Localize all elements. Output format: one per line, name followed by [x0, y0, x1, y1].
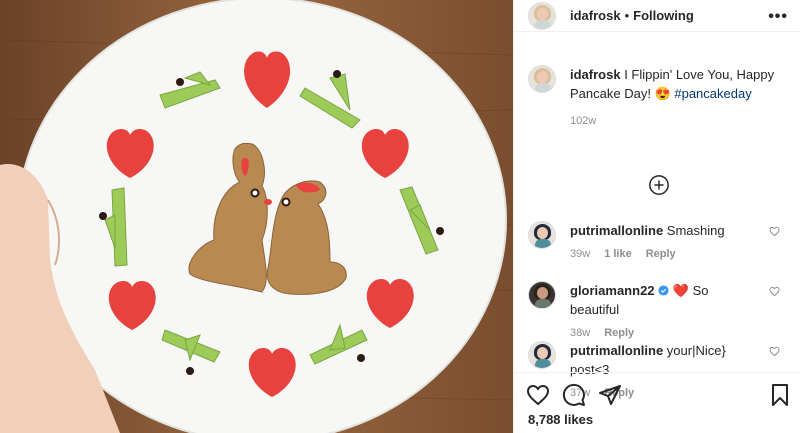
comment-time[interactable]: 39w	[570, 248, 590, 260]
comments-list: idafrosk I Flippin' Love You, Happy Panc…	[514, 32, 800, 399]
author-username[interactable]: idafrosk	[570, 8, 621, 23]
post-sidebar: idafrosk • Following ••• idafrosk I Flip…	[513, 0, 800, 433]
comment-heart-icon[interactable]	[769, 226, 780, 237]
caption-item: idafrosk I Flippin' Love You, Happy Panc…	[528, 65, 786, 131]
comment-username[interactable]: putrimallonline	[570, 343, 663, 358]
reply-button[interactable]: Reply	[646, 248, 676, 260]
instagram-post: idafrosk • Following ••• idafrosk I Flip…	[0, 0, 800, 433]
add-comment-icon[interactable]	[648, 174, 670, 196]
caption-time[interactable]: 102w	[570, 115, 596, 127]
separator-dot: •	[624, 8, 630, 23]
comment-username[interactable]: putrimallonline	[570, 223, 663, 238]
avatar[interactable]	[528, 281, 556, 309]
verified-badge-icon	[658, 285, 669, 296]
comment-text: Smashing	[666, 223, 725, 238]
share-icon[interactable]	[598, 383, 622, 407]
comment-heart-icon[interactable]	[769, 286, 780, 297]
likes-count[interactable]: 8,788 likes	[528, 412, 593, 427]
action-bar: 8,788 likes	[514, 372, 800, 433]
hashtag-link[interactable]: #pancakeday	[674, 86, 751, 101]
like-heart-icon[interactable]	[526, 383, 550, 407]
comment-username[interactable]: gloriamann22	[570, 283, 655, 298]
list-item: putrimallonline Smashing 39w 1 like Reply	[528, 221, 786, 264]
list-item: gloriamann22 ❤️ So beautiful 38w Reply	[528, 281, 786, 343]
comment-heart-icon[interactable]	[769, 346, 780, 357]
more-icon[interactable]: •••	[768, 8, 788, 26]
avatar[interactable]	[528, 65, 556, 93]
avatar[interactable]	[528, 1, 556, 30]
avatar[interactable]	[528, 221, 556, 249]
caption-username[interactable]: idafrosk	[570, 67, 621, 82]
comment-time[interactable]: 38w	[570, 327, 590, 339]
comment-likes[interactable]: 1 like	[604, 248, 632, 260]
post-header: idafrosk • Following •••	[514, 0, 800, 32]
pancake-plate-image	[0, 0, 513, 433]
avatar[interactable]	[528, 341, 556, 369]
save-bookmark-icon[interactable]	[768, 383, 792, 407]
comment-icon[interactable]	[562, 383, 586, 407]
post-photo[interactable]	[0, 0, 513, 433]
reply-button[interactable]: Reply	[604, 327, 634, 339]
following-button[interactable]: Following	[633, 8, 694, 23]
